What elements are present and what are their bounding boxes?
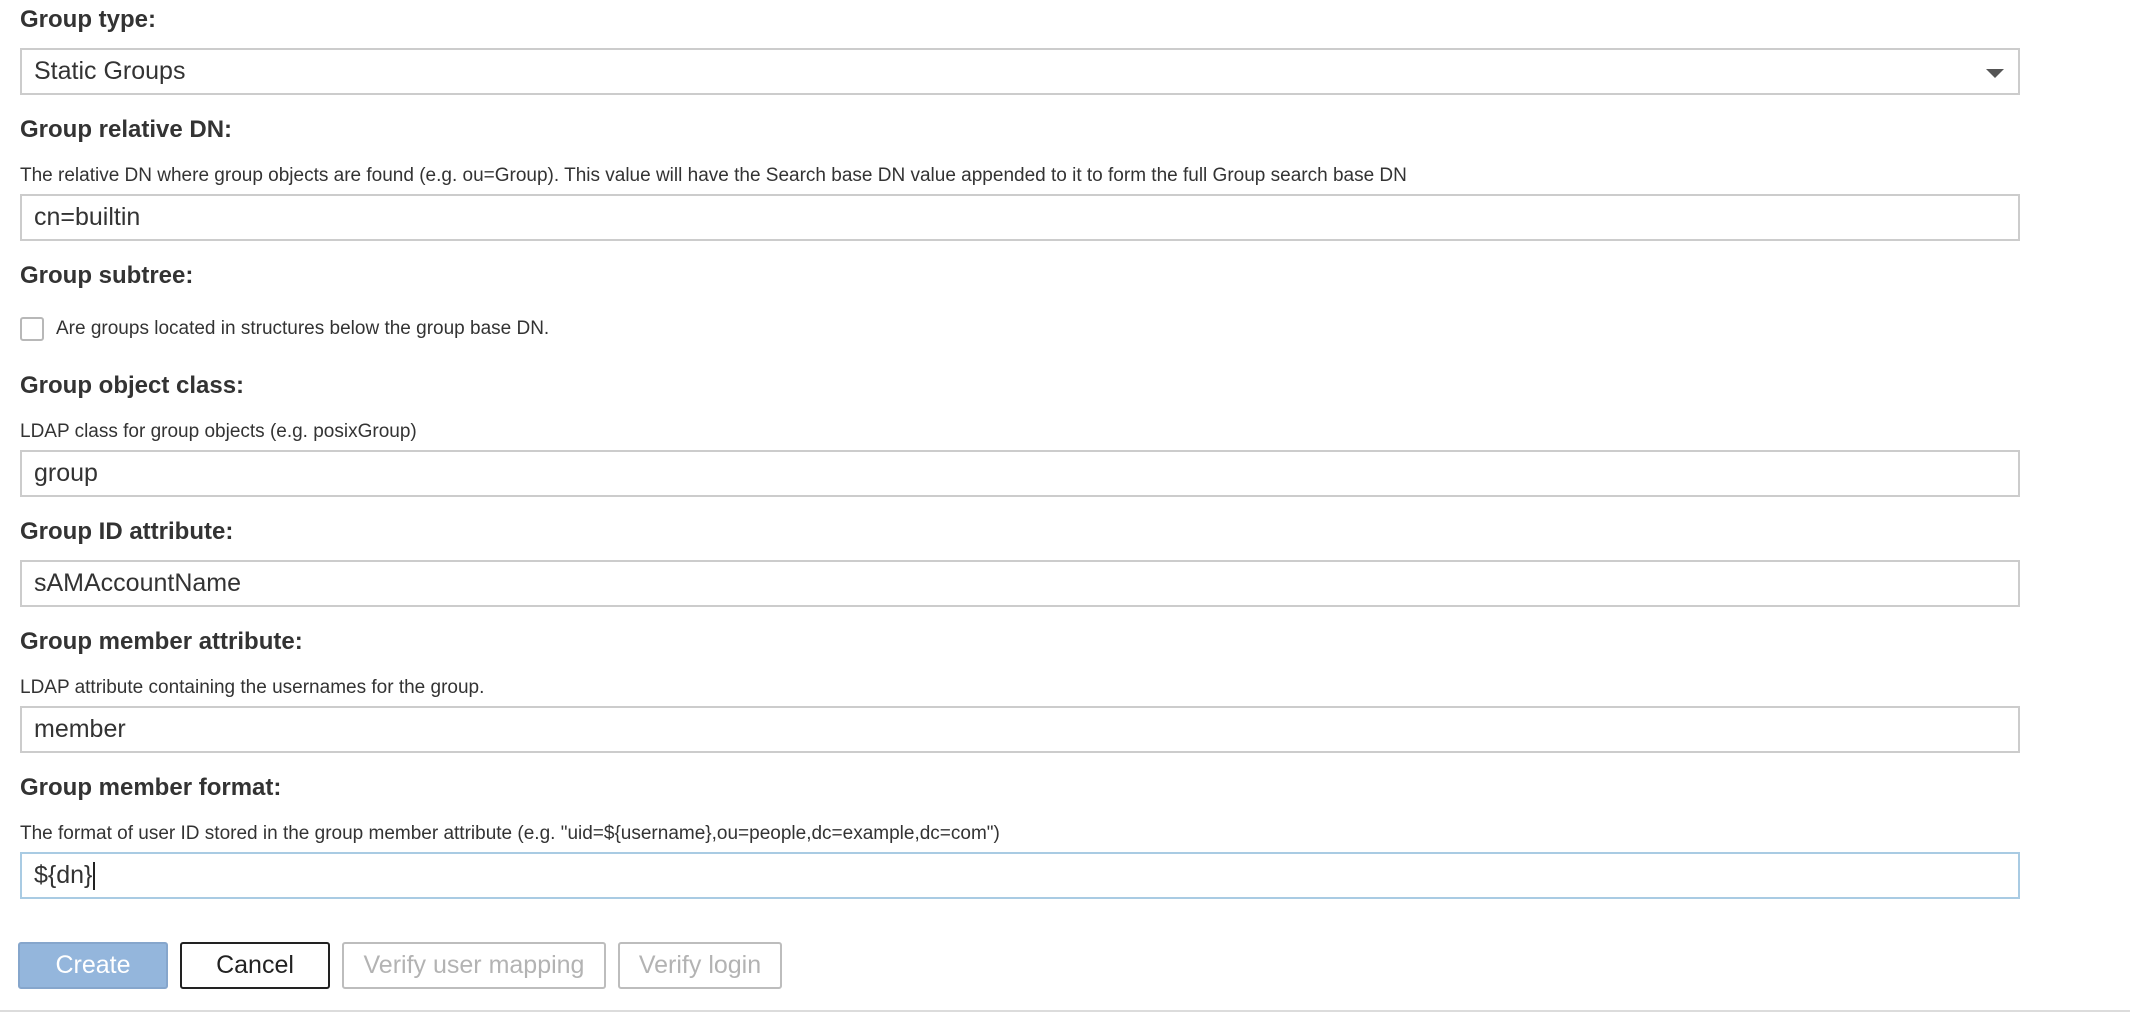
chevron-down-icon[interactable]	[1986, 69, 2004, 78]
create-button[interactable]: Create	[18, 942, 168, 989]
group-object-class-label: Group object class:	[20, 372, 245, 399]
group-relative-dn-value: cn=builtin	[34, 203, 141, 231]
group-relative-dn-input[interactable]: cn=builtin	[20, 194, 2020, 241]
group-member-format-label: Group member format:	[20, 774, 282, 801]
group-object-class-value: group	[34, 459, 98, 487]
group-member-attribute-label: Group member attribute:	[20, 628, 303, 655]
verify-user-mapping-button[interactable]: Verify user mapping	[342, 942, 606, 989]
group-member-attribute-input[interactable]: member	[20, 706, 2020, 753]
group-id-attribute-label: Group ID attribute:	[20, 518, 234, 545]
group-subtree-checkbox-label[interactable]: Are groups located in structures below t…	[56, 318, 549, 340]
group-member-format-help: The format of user ID stored in the grou…	[20, 823, 1000, 844]
group-type-label: Group type:	[20, 6, 156, 33]
group-id-attribute-value: sAMAccountName	[34, 569, 242, 597]
text-caret	[93, 862, 96, 891]
verify-login-button[interactable]: Verify login	[618, 942, 782, 989]
group-subtree-checkbox[interactable]	[20, 317, 44, 341]
group-member-format-input[interactable]: ${dn}	[20, 852, 2020, 899]
cancel-button[interactable]: Cancel	[180, 942, 330, 989]
ldap-group-settings-form: Group type: Static Groups Group relative…	[0, 0, 2130, 1012]
group-type-selected-value: Static Groups	[34, 57, 186, 85]
group-member-attribute-value: member	[34, 715, 126, 743]
group-relative-dn-label: Group relative DN:	[20, 116, 233, 143]
group-object-class-input[interactable]: group	[20, 450, 2020, 497]
group-subtree-checkbox-row[interactable]: Are groups located in structures below t…	[20, 314, 549, 344]
group-member-attribute-help: LDAP attribute containing the usernames …	[20, 677, 485, 698]
group-relative-dn-help: The relative DN where group objects are …	[20, 165, 1407, 186]
group-type-select[interactable]: Static Groups	[20, 48, 2020, 95]
group-id-attribute-input[interactable]: sAMAccountName	[20, 560, 2020, 607]
group-subtree-label: Group subtree:	[20, 262, 194, 289]
group-object-class-help: LDAP class for group objects (e.g. posix…	[20, 421, 417, 442]
group-member-format-value: ${dn}	[34, 861, 93, 889]
